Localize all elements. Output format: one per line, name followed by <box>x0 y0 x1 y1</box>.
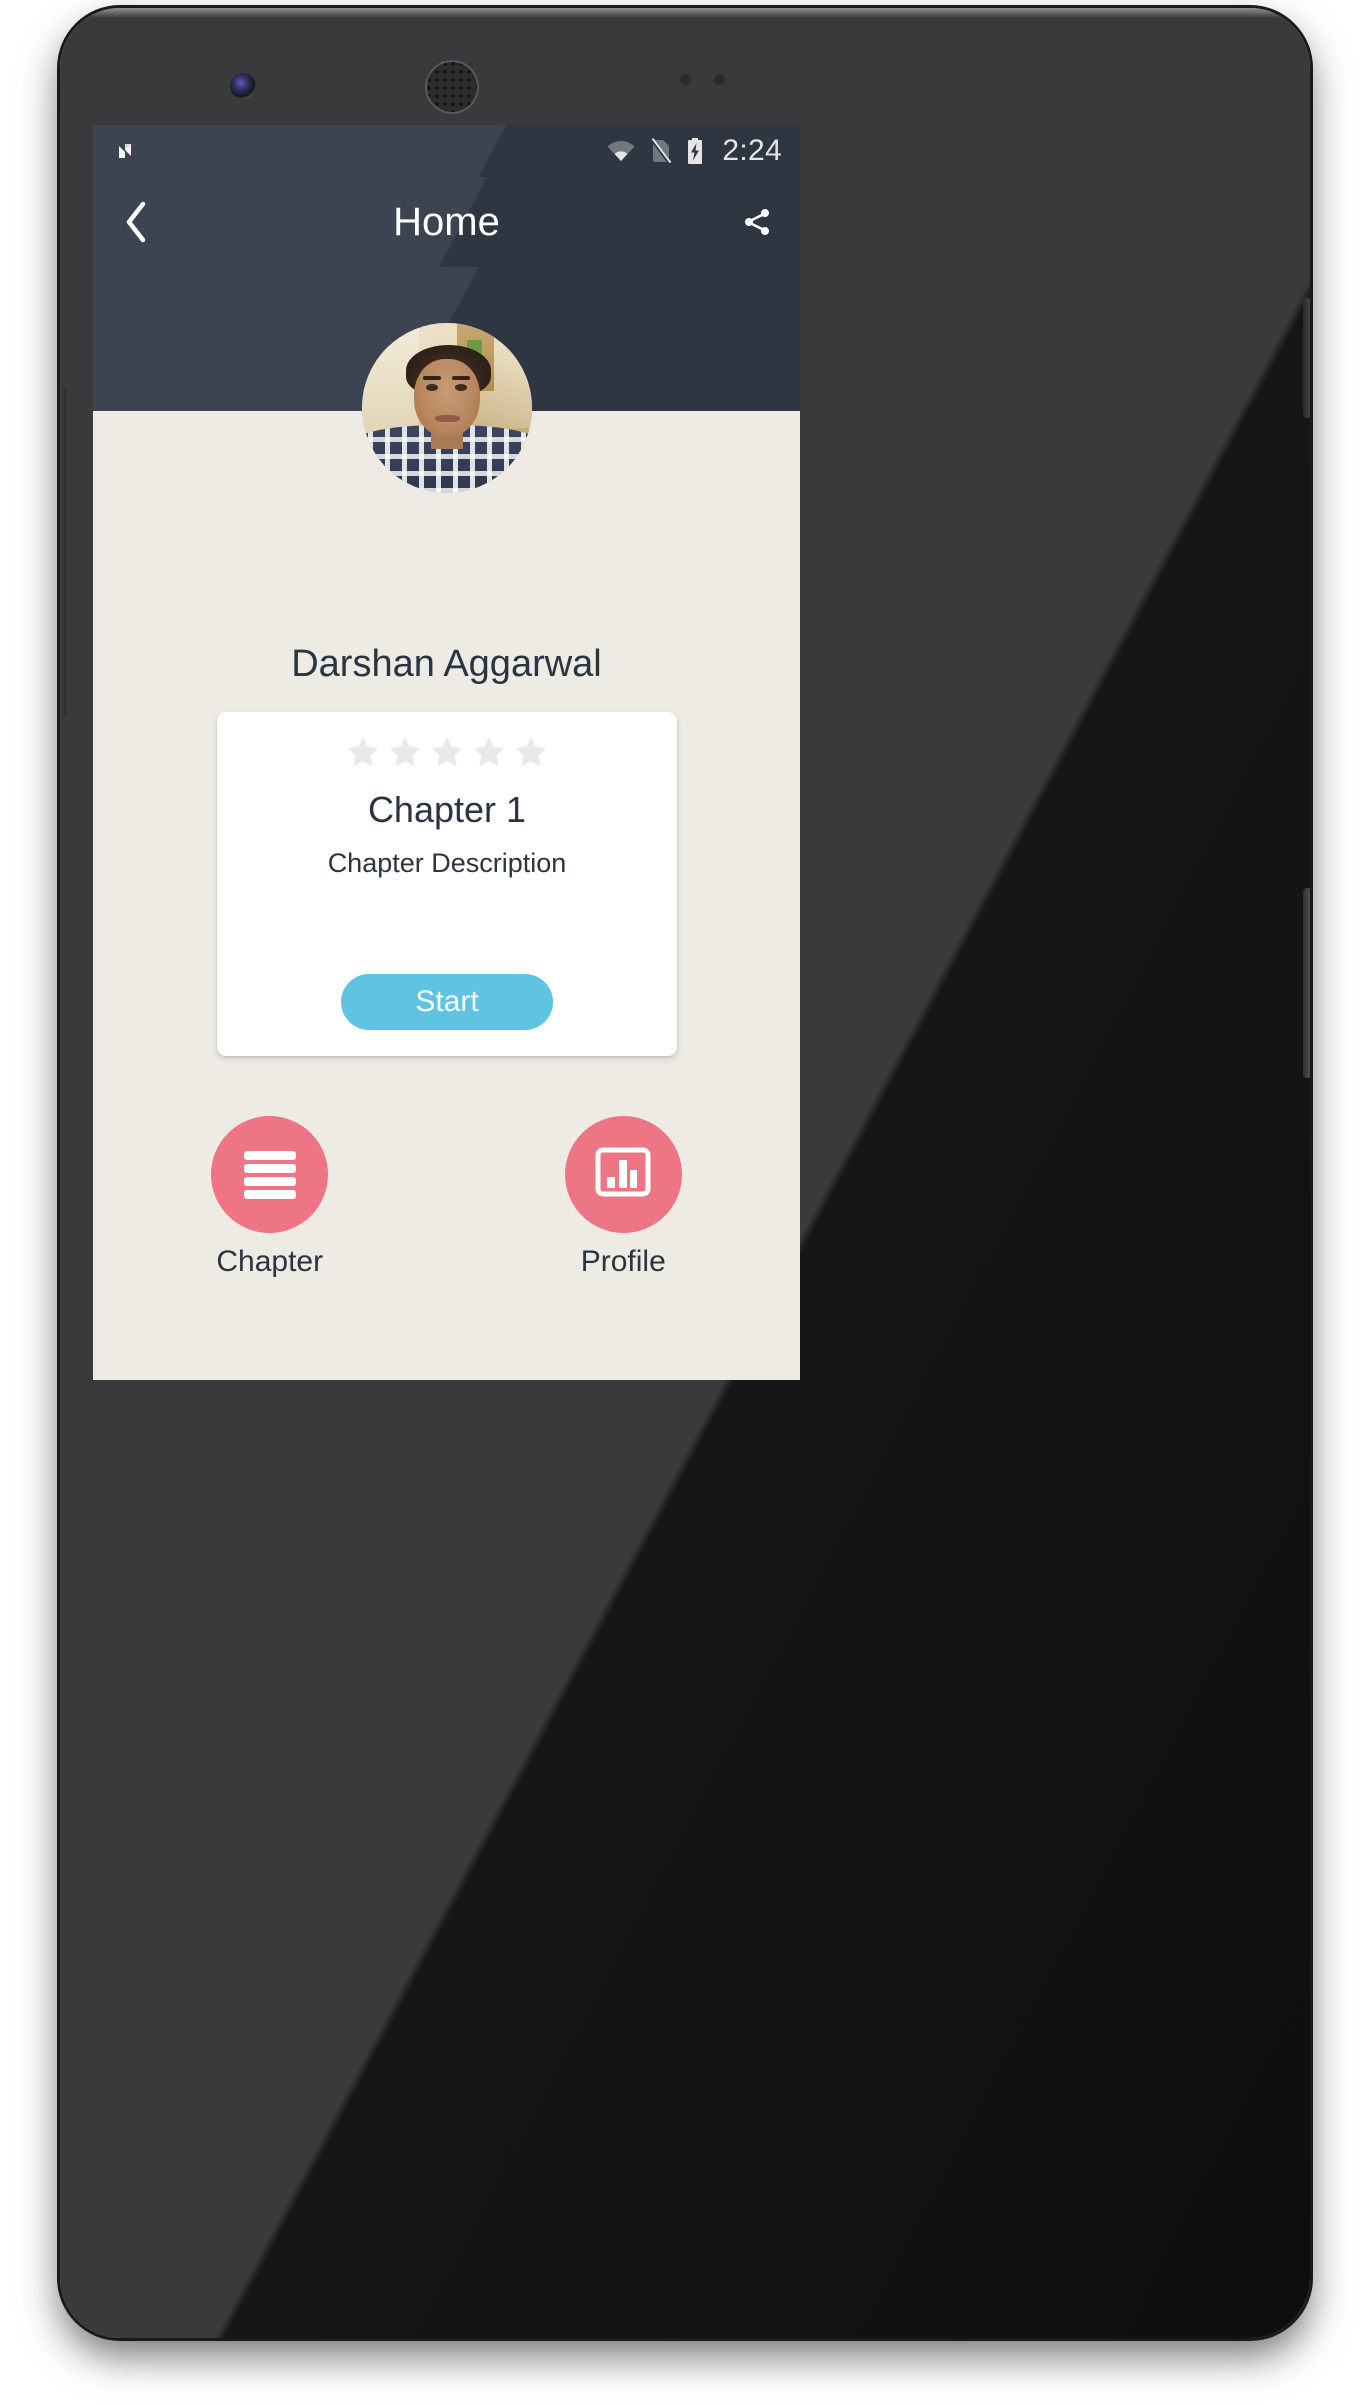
avatar-photo-brow-right <box>451 375 471 381</box>
chapter-action-circle[interactable] <box>211 1116 329 1233</box>
star-icon[interactable] <box>345 734 381 770</box>
avatar-photo-eye-right <box>455 384 467 391</box>
power-button <box>1303 298 1310 418</box>
wifi-icon <box>606 139 636 163</box>
chapter-action-label: Chapter <box>216 1245 324 1278</box>
chapter-action-button[interactable]: Chapter <box>93 1116 447 1277</box>
avatar-photo-face <box>414 358 481 437</box>
star-icon[interactable] <box>429 734 465 770</box>
profile-action-button[interactable]: Profile <box>447 1116 801 1277</box>
status-bar: 2:24 <box>93 125 800 177</box>
avatar-photo-mouth <box>434 414 461 422</box>
avatar-photo-brow-left <box>422 375 442 381</box>
app-bar: Home <box>93 177 800 267</box>
profile-name: Darshan Aggarwal <box>291 643 602 685</box>
avatar-photo-eye-left <box>426 384 438 391</box>
star-icon[interactable] <box>387 734 423 770</box>
share-button[interactable] <box>714 177 800 267</box>
status-bar-time: 2:24 <box>722 134 782 167</box>
list-lines-icon <box>243 1150 296 1199</box>
front-camera-icon <box>230 73 256 99</box>
star-icon[interactable] <box>471 734 507 770</box>
light-sensor-icon <box>714 74 725 85</box>
profile-action-label: Profile <box>580 1245 666 1278</box>
page-title: Home <box>393 200 500 244</box>
rating-stars[interactable] <box>217 734 677 770</box>
chapter-card: Chapter 1 Chapter Description Start <box>217 712 677 1056</box>
start-button[interactable]: Start <box>341 974 553 1030</box>
earpiece-speaker-icon <box>425 60 479 114</box>
main-content: Darshan Aggarwal Chapter 1 Chapter Descr… <box>93 411 800 1380</box>
device-bezel-highlight <box>60 8 1310 18</box>
action-button-row: Chapter Profile <box>93 1116 800 1277</box>
sim-tray <box>60 388 66 718</box>
back-button[interactable] <box>93 177 179 267</box>
phone-screen: 2:24 Home Darshan Aggarwal Chapter 1 Cha… <box>93 125 800 1380</box>
star-icon[interactable] <box>513 734 549 770</box>
bar-chart-icon <box>595 1147 651 1202</box>
volume-button <box>1303 888 1310 1078</box>
avatar <box>361 323 532 493</box>
chapter-description: Chapter Description <box>327 848 567 878</box>
chapter-title: Chapter 1 <box>367 789 527 830</box>
android-n-logo-icon <box>115 138 141 164</box>
profile-action-circle[interactable] <box>564 1116 682 1233</box>
proximity-sensor-icon <box>680 74 691 85</box>
no-sim-icon <box>650 138 673 164</box>
battery-charging-icon <box>686 137 704 165</box>
